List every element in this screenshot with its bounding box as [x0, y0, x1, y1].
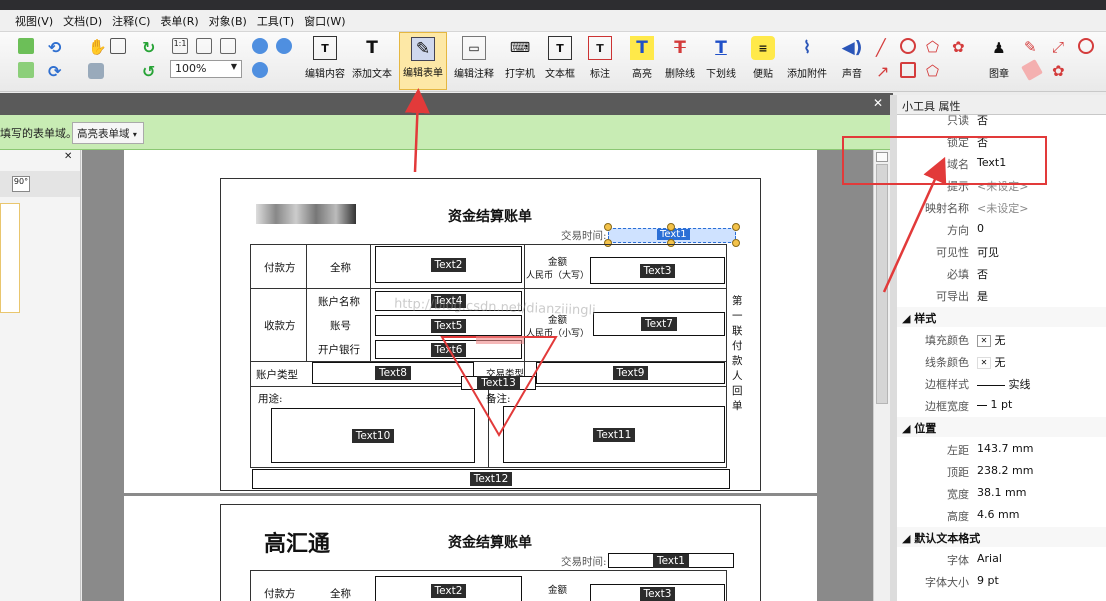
annotation-arrows — [404, 88, 947, 293]
